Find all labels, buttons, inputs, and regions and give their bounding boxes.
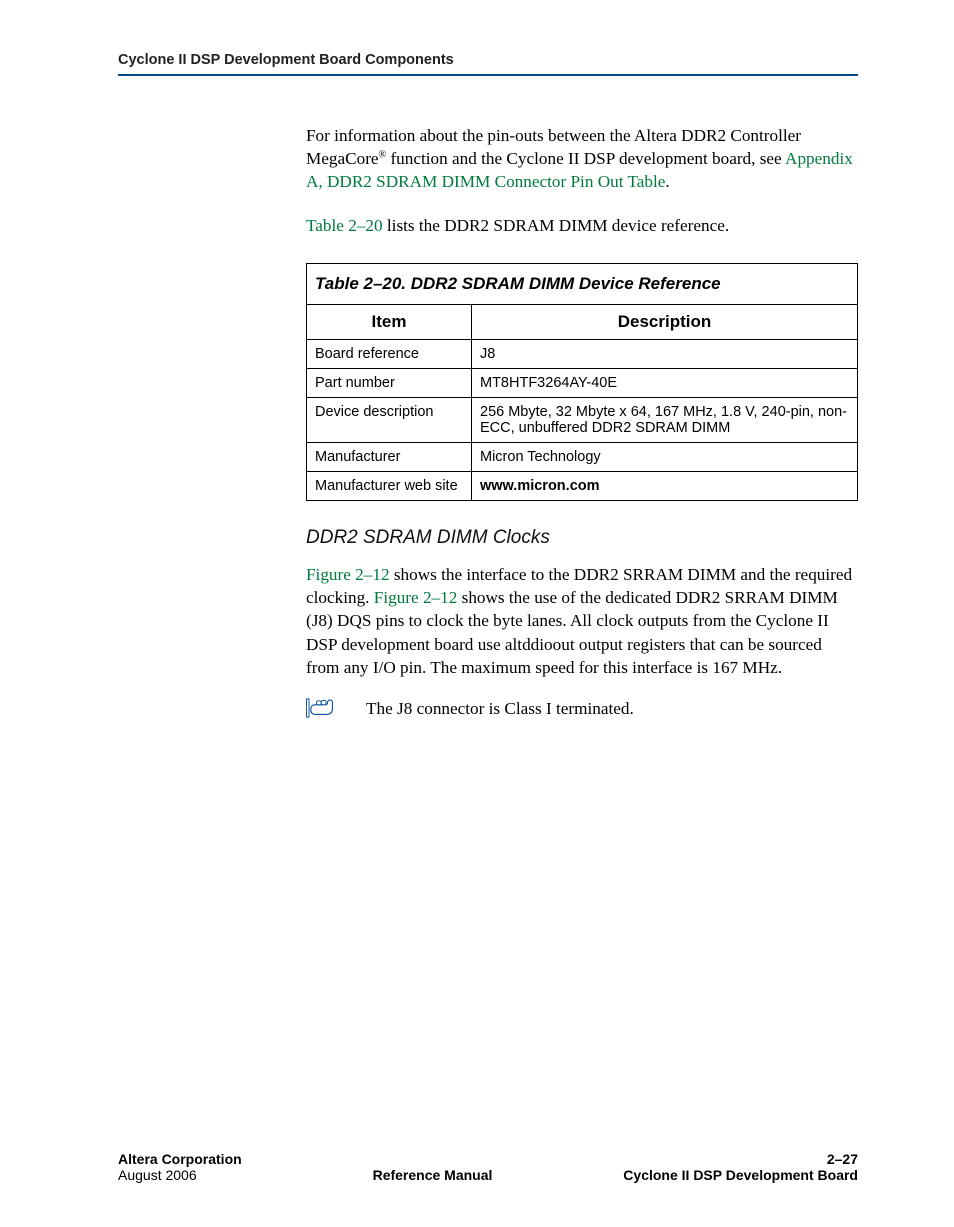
footer-right: 2–27 Cyclone II DSP Development Board (623, 1151, 858, 1183)
table-row: Manufacturer web site www.micron.com (307, 471, 858, 500)
th-description: Description (472, 304, 858, 339)
cell-item: Manufacturer (307, 442, 472, 471)
cell-item: Part number (307, 368, 472, 397)
header-rule (118, 74, 858, 76)
footer-center: Reference Manual (242, 1167, 624, 1183)
device-reference-table: Table 2–20. DDR2 SDRAM DIMM Device Refer… (306, 263, 858, 501)
table-row: Part number MT8HTF3264AY-40E (307, 368, 858, 397)
footer-left: Altera Corporation August 2006 (118, 1151, 242, 1183)
running-header: Cyclone II DSP Development Board Compone… (118, 52, 858, 76)
cell-desc: MT8HTF3264AY-40E (472, 368, 858, 397)
intro-paragraph-2: Table 2–20 lists the DDR2 SDRAM DIMM dev… (306, 214, 858, 237)
table-caption: Table 2–20. DDR2 SDRAM DIMM Device Refer… (306, 263, 858, 304)
body-column: For information about the pin-outs betwe… (118, 124, 858, 1131)
intro1-text-b: function and the Cyclone II DSP developm… (386, 149, 785, 168)
cell-desc: www.micron.com (472, 471, 858, 500)
running-header-text: Cyclone II DSP Development Board Compone… (118, 52, 858, 68)
intro1-text-c: . (665, 172, 669, 191)
table-row: Manufacturer Micron Technology (307, 442, 858, 471)
note-row: The J8 connector is Class I terminated. (306, 697, 858, 720)
table-row: Board reference J8 (307, 339, 858, 368)
cell-desc: J8 (472, 339, 858, 368)
intro-paragraph-1: For information about the pin-outs betwe… (306, 124, 858, 194)
intro2-rest: lists the DDR2 SDRAM DIMM device referen… (383, 216, 730, 235)
cell-item: Device description (307, 397, 472, 442)
clocks-paragraph: Figure 2–12 shows the interface to the D… (306, 563, 858, 679)
cell-desc: 256 Mbyte, 32 Mbyte x 64, 167 MHz, 1.8 V… (472, 397, 858, 442)
hand-pointer-icon (306, 697, 338, 719)
table-ref-link[interactable]: Table 2–20 (306, 216, 383, 235)
footer-manual-name: Cyclone II DSP Development Board (623, 1167, 858, 1183)
page-footer: Altera Corporation August 2006 Reference… (118, 1131, 858, 1183)
cell-item: Board reference (307, 339, 472, 368)
footer-company: Altera Corporation (118, 1151, 242, 1167)
note-text: The J8 connector is Class I terminated. (366, 697, 634, 720)
registered-mark: ® (379, 149, 387, 160)
figure-ref-link-2[interactable]: Figure 2–12 (374, 588, 458, 607)
figure-ref-link-1[interactable]: Figure 2–12 (306, 565, 390, 584)
footer-date: August 2006 (118, 1167, 242, 1183)
subsection-heading: DDR2 SDRAM DIMM Clocks (306, 527, 858, 549)
table-row: Device description 256 Mbyte, 32 Mbyte x… (307, 397, 858, 442)
table-header-row: Item Description (307, 304, 858, 339)
footer-page-number: 2–27 (623, 1151, 858, 1167)
th-item: Item (307, 304, 472, 339)
cell-item: Manufacturer web site (307, 471, 472, 500)
cell-desc: Micron Technology (472, 442, 858, 471)
